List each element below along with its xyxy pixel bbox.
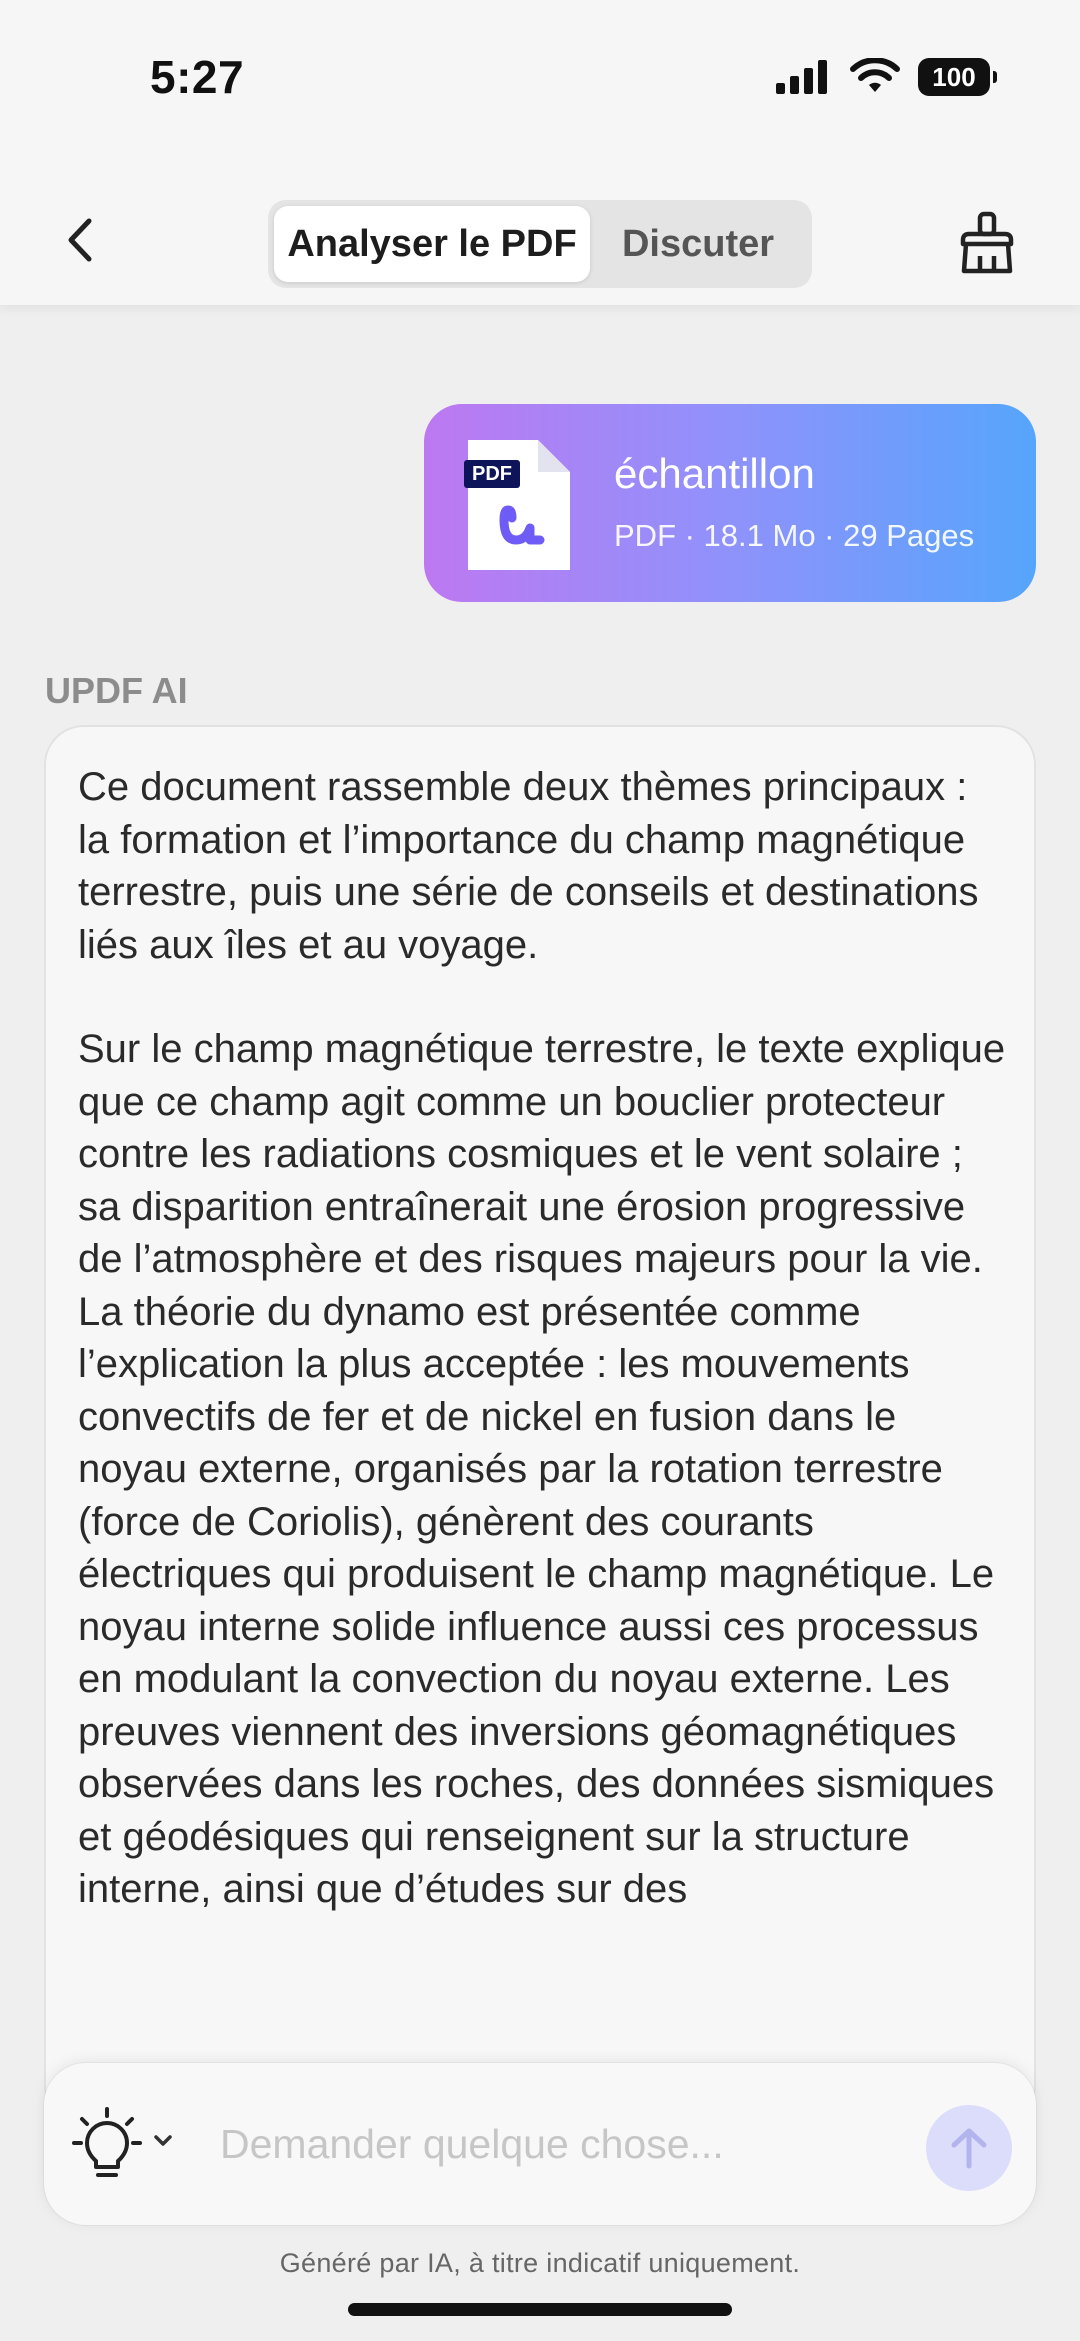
- status-icons: 100: [776, 58, 997, 96]
- chat-input-bar: [44, 2063, 1036, 2225]
- chevron-left-icon: [68, 218, 92, 262]
- ai-disclaimer: Généré par IA, à titre indicatif uniquem…: [279, 2248, 801, 2278]
- pdf-file-card[interactable]: PDF échantillon PDF · 18.1 Mo · 29 Pages: [424, 404, 1036, 602]
- tab-analyze-pdf[interactable]: Analyser le PDF: [274, 206, 590, 282]
- mode-switch: Analyser le PDF Discuter: [268, 200, 812, 288]
- screen: 5:27 100 Analyser le PDF Discuter PDF éc…: [0, 0, 1080, 2341]
- file-name: échantillon: [614, 450, 815, 497]
- chevron-down-icon[interactable]: [152, 2133, 174, 2149]
- assistant-label: UPDF AI: [45, 670, 188, 711]
- assistant-response: Ce document rassemble deux thèmes princi…: [44, 725, 1036, 2125]
- tab-chat[interactable]: Discuter: [590, 206, 806, 282]
- top-bar: 5:27 100 Analyser le PDF Discuter: [0, 0, 1080, 305]
- clear-chat-button[interactable]: [954, 208, 1020, 278]
- battery-indicator: 100: [918, 58, 997, 96]
- lightbulb-icon[interactable]: [72, 2107, 142, 2183]
- response-paragraph: Sur le champ magnétique terrestre, le te…: [78, 1027, 1006, 1911]
- wifi-icon: [850, 58, 900, 92]
- ask-input[interactable]: [220, 2111, 780, 2177]
- signal-icon: [776, 60, 827, 94]
- status-time: 5:27: [150, 51, 245, 103]
- response-text: Ce document rassemble deux thèmes princi…: [78, 761, 1008, 1968]
- broom-icon: [960, 211, 1014, 274]
- response-paragraph: Ce document rassemble deux thèmes princi…: [78, 765, 979, 967]
- pdf-badge: PDF: [464, 460, 520, 488]
- pdf-file-icon: [468, 440, 570, 570]
- arrow-up-icon: [951, 2128, 987, 2169]
- send-button[interactable]: [926, 2105, 1012, 2191]
- back-button[interactable]: [50, 210, 110, 270]
- file-meta: PDF · 18.1 Mo · 29 Pages: [614, 518, 975, 553]
- home-indicator: [348, 2303, 732, 2316]
